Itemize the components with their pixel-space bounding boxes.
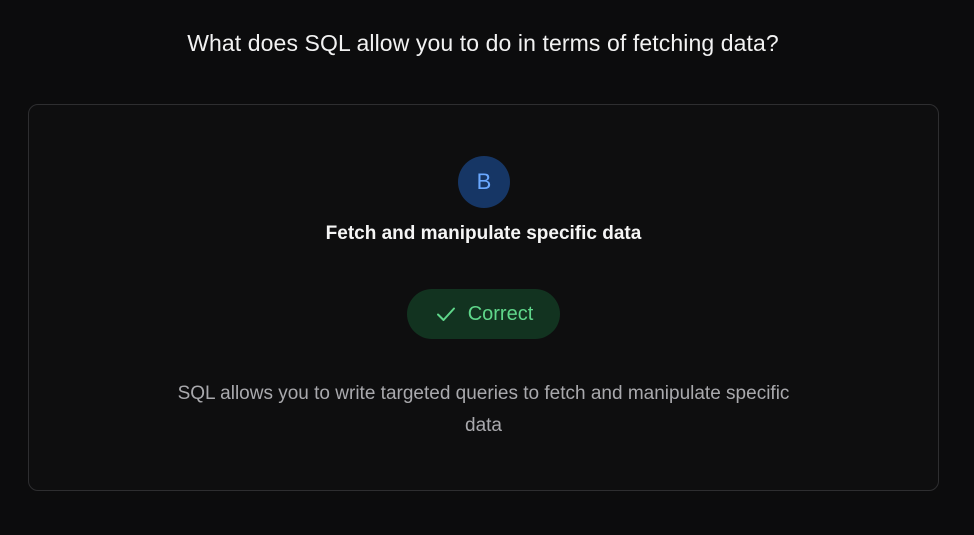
answer-explanation: SQL allows you to write targeted queries… xyxy=(177,383,790,436)
result-label: Correct xyxy=(467,302,534,325)
check-icon xyxy=(434,302,458,326)
correct-status-badge: Correct xyxy=(407,289,560,339)
answer-card: B Fetch and manipulate specific data Cor… xyxy=(28,104,939,491)
option-letter-badge: B xyxy=(458,156,510,208)
question-text: What does SQL allow you to do in terms o… xyxy=(187,30,779,56)
quiz-result-page: What does SQL allow you to do in terms o… xyxy=(0,0,974,535)
selected-answer-text: Fetch and manipulate specific data xyxy=(325,223,642,244)
